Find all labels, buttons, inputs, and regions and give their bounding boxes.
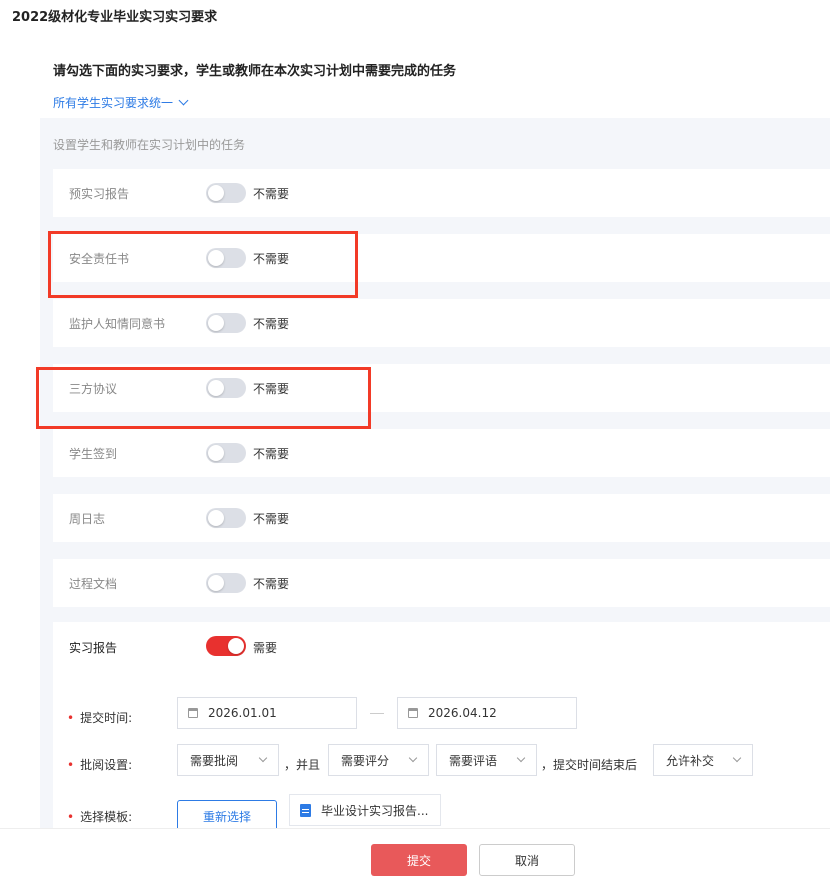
comment-select[interactable]: 需要评语	[436, 744, 537, 776]
required-mark: •	[67, 758, 75, 772]
pre-report-toggle[interactable]	[206, 183, 246, 203]
process-docs-toggle[interactable]	[206, 573, 246, 593]
student-checkin-toggle[interactable]	[206, 443, 246, 463]
unify-requirements-label: 所有学生实习要求统一	[53, 96, 174, 110]
panel-caption: 设置学生和教师在实习计划中的任务	[53, 138, 246, 152]
unify-requirements-dropdown[interactable]: 所有学生实习要求统一	[53, 94, 189, 111]
and-text: ，并且	[284, 758, 321, 772]
chevron-down-icon	[178, 95, 189, 106]
end-date-input[interactable]: 2026.04.12	[397, 697, 577, 729]
task-label: 学生签到	[69, 446, 118, 461]
start-date-value: 2026.01.01	[208, 706, 277, 720]
page-title: 2022级材化专业毕业实习实习要求	[12, 10, 218, 25]
task-state: 不需要	[253, 316, 290, 331]
required-mark: •	[67, 810, 75, 824]
template-label: • 选择模板:	[67, 808, 132, 825]
after-deadline-text: ，提交时间结束后	[541, 758, 638, 772]
comment-select-value: 需要评语	[449, 753, 498, 768]
highlight-box-tripartite-agreement	[36, 367, 371, 429]
task-label: 过程文档	[69, 576, 118, 591]
task-label: 监护人知情同意书	[69, 316, 166, 331]
guardian-consent-toggle[interactable]	[206, 313, 246, 333]
template-file-chip[interactable]: 毕业设计实习报告...	[289, 794, 442, 826]
calendar-icon	[408, 708, 418, 718]
task-row-student-checkin: 学生签到 不需要	[53, 429, 830, 477]
submit-time-label-text: 提交时间:	[80, 711, 133, 725]
weekly-log-toggle[interactable]	[206, 508, 246, 528]
late-submission-value: 允许补交	[666, 753, 715, 768]
task-row-guardian-consent: 监护人知情同意书 不需要	[53, 299, 830, 347]
required-mark: •	[67, 711, 75, 725]
chevron-down-icon	[516, 753, 526, 763]
review-settings-label: • 批阅设置:	[67, 756, 132, 773]
task-label: 预实习报告	[69, 186, 130, 201]
toggle-knob	[208, 185, 224, 201]
submit-time-label: • 提交时间:	[67, 709, 132, 726]
chevron-down-icon	[258, 753, 268, 763]
late-submission-select[interactable]: 允许补交	[653, 744, 753, 776]
task-row-pre-report: 预实习报告 不需要	[53, 169, 830, 217]
toggle-knob	[228, 638, 244, 654]
template-file-name: 毕业设计实习报告...	[321, 803, 429, 818]
task-label: 实习报告	[69, 641, 118, 655]
score-select-value: 需要评分	[341, 753, 390, 768]
calendar-icon	[188, 708, 198, 718]
task-state: 不需要	[253, 511, 290, 526]
chevron-down-icon	[408, 753, 418, 763]
cancel-button[interactable]: 取消	[479, 844, 575, 876]
toggle-knob	[208, 445, 224, 461]
task-label: 周日志	[69, 511, 106, 526]
toggle-knob	[208, 315, 224, 331]
highlight-box-safety-pledge	[48, 231, 358, 298]
chevron-down-icon	[732, 753, 742, 763]
reselect-template-button[interactable]: 重新选择	[177, 800, 277, 828]
end-date-value: 2026.04.12	[428, 706, 497, 720]
task-state: 不需要	[253, 446, 290, 461]
review-select-value: 需要批阅	[190, 753, 239, 768]
footer-bar: 提交 取消	[0, 828, 830, 890]
section-heading: 请勾选下面的实习要求，学生或教师在本次实习计划中需要完成的任务	[53, 64, 457, 79]
start-date-input[interactable]: 2026.01.01	[177, 697, 357, 729]
toggle-knob	[208, 510, 224, 526]
task-state: 不需要	[253, 186, 290, 201]
report-toggle[interactable]	[206, 636, 246, 656]
review-select[interactable]: 需要批阅	[177, 744, 279, 776]
file-icon	[300, 803, 311, 817]
score-select[interactable]: 需要评分	[328, 744, 429, 776]
template-label-text: 选择模板:	[80, 810, 133, 824]
task-state: 需要	[253, 641, 278, 655]
submit-button[interactable]: 提交	[371, 844, 467, 876]
task-settings-panel: 设置学生和教师在实习计划中的任务 预实习报告 不需要 安全责任书 不需要 监护人…	[40, 118, 830, 828]
task-state: 不需要	[253, 576, 290, 591]
review-settings-label-text: 批阅设置:	[80, 758, 133, 772]
toggle-knob	[208, 575, 224, 591]
report-settings-block: 实习报告 需要 • 提交时间: 2026.01.01 2026.04.12 • 批阅…	[53, 622, 830, 828]
range-dash	[370, 713, 384, 714]
task-row-weekly-log: 周日志 不需要	[53, 494, 830, 542]
task-row-process-docs: 过程文档 不需要	[53, 559, 830, 607]
